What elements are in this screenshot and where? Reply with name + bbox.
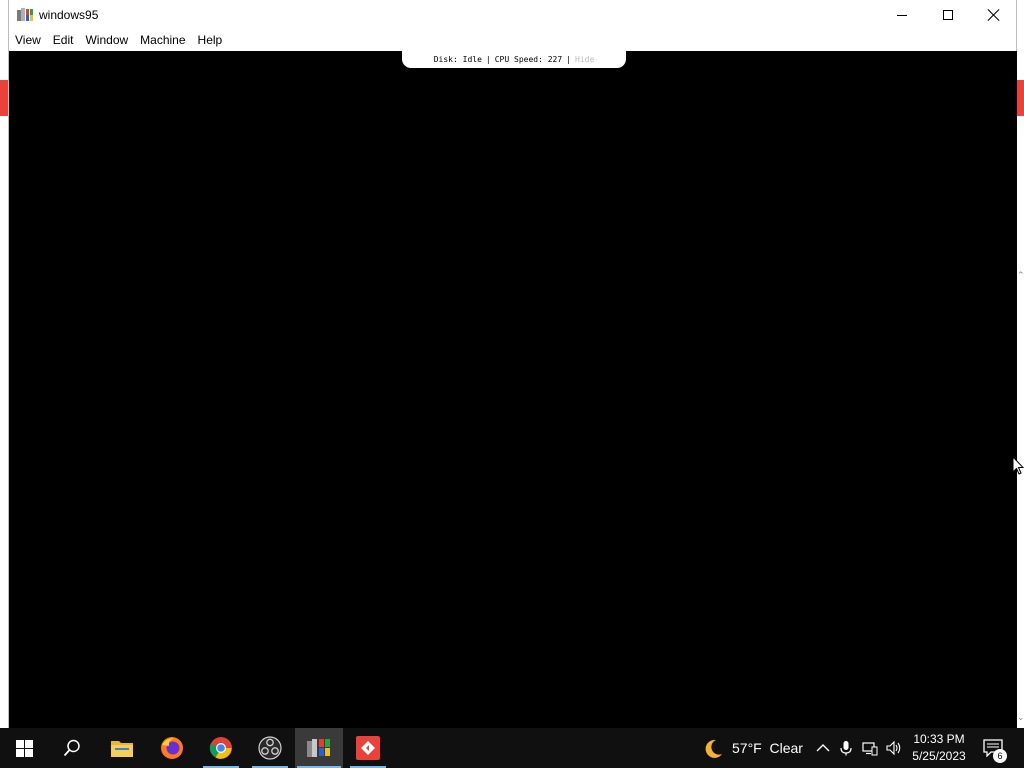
menu-help[interactable]: Help [192,30,229,51]
windows95-icon [307,739,330,757]
microphone-icon[interactable] [838,740,854,756]
mouse-cursor-icon [1012,456,1024,475]
status-bar: Disk: Idle | CPU Speed: 227 | Hide [402,51,626,68]
weather-temperature: 57°F [732,740,762,756]
weather-widget[interactable]: 57°F Clear [732,740,803,756]
taskbar-file-explorer[interactable] [98,728,146,768]
disk-status: Disk: Idle [433,55,482,64]
emulator-screen[interactable]: Disk: Idle | CPU Speed: 227 | Hide [9,51,1017,728]
taskbar-windows95[interactable] [295,728,343,768]
network-icon[interactable] [862,740,878,756]
taskbar-chrome[interactable] [197,728,245,768]
clock-time: 10:33 PM [913,732,965,746]
chrome-icon [209,737,232,759]
taskbar-firefox[interactable] [148,728,196,768]
background-window-strip [1016,80,1024,116]
cpu-speed: CPU Speed: 227 [494,55,563,64]
clock-date: 5/25/2023 [912,749,966,763]
taskbar-obs[interactable] [246,728,294,768]
windows-logo-icon [15,739,33,757]
taskbar-git-app[interactable] [344,728,392,768]
status-separator: | [566,55,571,64]
notification-count-badge: 6 [993,749,1007,763]
minimize-button[interactable] [879,0,925,30]
menu-bar: View Edit Window Machine Help [9,30,1016,51]
menu-machine[interactable]: Machine [134,30,191,51]
folder-icon [111,741,133,757]
maximize-button[interactable] [925,0,971,30]
system-clock[interactable]: 10:33 PM 5/25/2023 [908,731,970,765]
search-button[interactable] [48,728,96,768]
minimize-icon [897,14,907,16]
hide-status-link[interactable]: Hide [575,55,594,64]
app-window: windows95 View Edit Window Machine Help … [8,0,1017,728]
moon-icon [705,739,722,758]
start-button[interactable] [0,728,48,768]
scroll-down-arrow-icon: ⌄ [1017,712,1024,722]
maximize-icon [943,10,953,20]
menu-view[interactable]: View [9,30,47,51]
scroll-up-arrow-icon: ⌃ [1017,270,1024,280]
volume-icon[interactable] [886,740,902,756]
background-window-strip [0,80,8,116]
search-icon [63,739,80,757]
obs-icon [258,736,282,760]
chevron-up-icon[interactable] [815,740,831,756]
menu-window[interactable]: Window [79,30,134,51]
desktop-right-edge: ⌃ ⌄ [1016,0,1024,728]
close-button[interactable] [971,0,1017,30]
title-bar[interactable]: windows95 [9,0,1016,30]
windows95-app-icon [17,8,33,21]
firefox-icon [161,737,183,759]
git-icon [356,736,380,760]
weather-condition: Clear [769,740,803,756]
menu-edit[interactable]: Edit [47,30,80,51]
taskbar: 57°F Clear 10:33 PM 5/25/2023 6 [0,728,1024,768]
close-icon [988,9,1000,21]
window-title: windows95 [39,8,99,22]
status-separator: | [485,55,491,64]
desktop-left-edge [0,0,8,728]
